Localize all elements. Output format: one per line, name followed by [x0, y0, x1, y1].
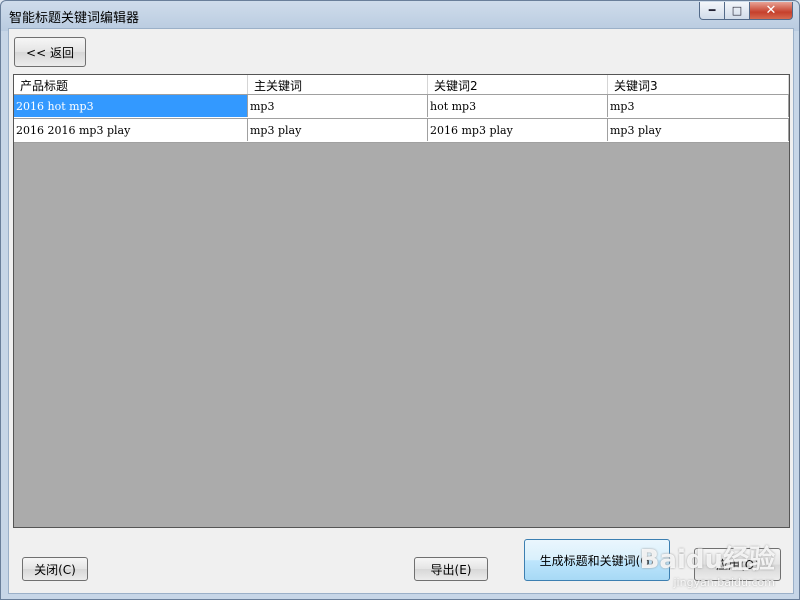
minimize-icon: ━: [708, 4, 716, 17]
export-button[interactable]: 导出(E): [414, 557, 488, 581]
watermark-url: jingyan.baidu.com: [673, 576, 775, 589]
client-area: << 返回 产品标题 主关键词 关键词2 关键词3 2016 hot mp3 m…: [8, 28, 794, 594]
table-row[interactable]: 2016 2016 mp3 play mp3 play 2016 mp3 pla…: [14, 119, 789, 143]
window-controls: ━ □ ✕: [699, 2, 793, 20]
grid-cell[interactable]: mp3: [608, 95, 789, 117]
grid-cell[interactable]: 2016 hot mp3: [14, 95, 248, 117]
column-header-keyword-3[interactable]: 关键词3: [608, 75, 789, 94]
grid-header: 产品标题 主关键词 关键词2 关键词3: [14, 75, 789, 95]
column-header-product-title[interactable]: 产品标题: [14, 75, 248, 94]
back-button[interactable]: << 返回: [14, 37, 86, 67]
grid-cell[interactable]: mp3 play: [608, 119, 789, 141]
watermark-logo: Baidu经验 jingyan.baidu.com: [640, 539, 775, 589]
title-bar[interactable]: 智能标题关键词编辑器 ━ □ ✕: [1, 1, 799, 29]
window-title: 智能标题关键词编辑器: [9, 11, 140, 26]
table-row[interactable]: 2016 hot mp3 mp3 hot mp3 mp3: [14, 95, 789, 119]
grid-cell[interactable]: hot mp3: [428, 95, 608, 117]
grid-cell[interactable]: mp3 play: [248, 119, 428, 141]
close-icon: ✕: [765, 3, 777, 18]
keyword-grid[interactable]: 产品标题 主关键词 关键词2 关键词3 2016 hot mp3 mp3 hot…: [13, 74, 790, 528]
watermark-logo-text: Baidu经验: [639, 545, 775, 575]
grid-cell[interactable]: 2016 2016 mp3 play: [14, 119, 248, 141]
maximize-icon: □: [731, 4, 743, 17]
grid-cell[interactable]: mp3: [248, 95, 428, 117]
minimize-button[interactable]: ━: [699, 2, 725, 20]
app-window: 智能标题关键词编辑器 ━ □ ✕ << 返回 产品标题 主关键词 关键词2 关键…: [0, 0, 800, 600]
column-header-main-keyword[interactable]: 主关键词: [248, 75, 428, 94]
column-header-keyword-2[interactable]: 关键词2: [428, 75, 608, 94]
close-button[interactable]: 关闭(C): [22, 557, 88, 581]
close-window-button[interactable]: ✕: [749, 2, 793, 20]
grid-cell[interactable]: 2016 mp3 play: [428, 119, 608, 141]
maximize-button[interactable]: □: [724, 2, 750, 20]
